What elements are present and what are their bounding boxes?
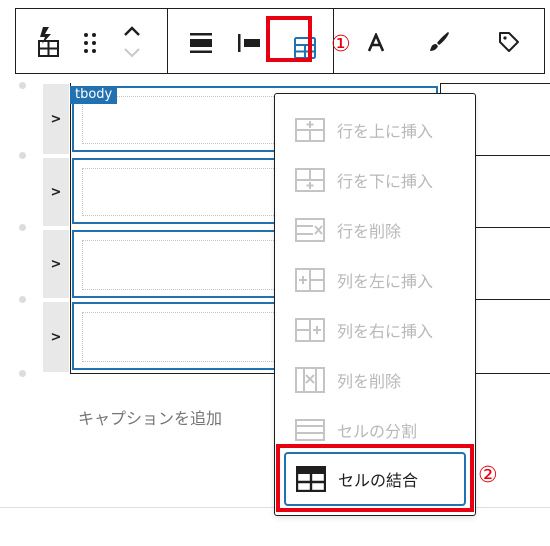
menu-item-label: 行を削除 bbox=[337, 222, 402, 241]
menu-item-label: 行を下に挿入 bbox=[337, 172, 434, 191]
row-expand-button[interactable]: > bbox=[43, 230, 69, 298]
menu-item-label: 列を左に挿入 bbox=[337, 272, 434, 291]
delete-column-icon bbox=[295, 367, 325, 393]
menu-item-insert-column-right[interactable]: 列を右に挿入 bbox=[295, 311, 465, 349]
tag-icon[interactable] bbox=[494, 27, 524, 57]
row-expand-button[interactable]: > bbox=[43, 84, 69, 154]
toolbar-separator bbox=[167, 9, 168, 73]
menu-item-delete-column[interactable]: 列を削除 bbox=[295, 361, 465, 399]
move-down-icon[interactable] bbox=[120, 43, 144, 61]
move-up-icon[interactable] bbox=[120, 22, 144, 40]
chevron-right-icon: > bbox=[50, 111, 62, 127]
align-wide-icon[interactable] bbox=[186, 29, 216, 57]
drag-dot bbox=[19, 370, 26, 377]
table-left-border bbox=[70, 83, 71, 373]
table-row-line bbox=[440, 83, 550, 84]
menu-item-merge-cells[interactable]: セルの結合 bbox=[284, 452, 466, 506]
chevron-right-icon: > bbox=[50, 329, 62, 345]
drag-dot bbox=[19, 224, 26, 231]
insert-column-right-icon bbox=[295, 317, 325, 343]
caption-placeholder[interactable]: キャプションを追加 bbox=[78, 405, 222, 429]
drag-handle-icon[interactable] bbox=[80, 29, 100, 57]
row-expand-button[interactable]: > bbox=[43, 158, 69, 226]
menu-item-insert-row-above[interactable]: 行を上に挿入 bbox=[295, 111, 465, 149]
menu-item-delete-row[interactable]: 行を削除 bbox=[295, 211, 465, 249]
row-expand-button[interactable]: > bbox=[43, 302, 69, 372]
merge-cells-icon bbox=[296, 466, 326, 492]
drag-dot bbox=[19, 152, 26, 159]
align-left-icon[interactable] bbox=[234, 29, 264, 57]
annotation-2: ② bbox=[478, 463, 498, 488]
drag-dot bbox=[19, 82, 26, 89]
insert-column-left-icon bbox=[295, 267, 325, 293]
transform-table-icon[interactable] bbox=[34, 25, 64, 59]
annotation-1: ① bbox=[331, 32, 351, 57]
menu-item-label: セルの分割 bbox=[337, 422, 418, 441]
typography-icon[interactable] bbox=[361, 29, 391, 57]
menu-item-insert-row-below[interactable]: 行を下に挿入 bbox=[295, 161, 465, 199]
split-cell-icon bbox=[295, 417, 325, 443]
menu-item-label: 行を上に挿入 bbox=[337, 122, 434, 141]
insert-row-below-icon bbox=[295, 167, 325, 193]
menu-item-label: 列を削除 bbox=[337, 372, 402, 391]
chevron-right-icon: > bbox=[50, 184, 62, 200]
drag-dot bbox=[19, 296, 26, 303]
edit-table-highlight bbox=[266, 16, 312, 62]
menu-item-label: 列を右に挿入 bbox=[337, 322, 434, 341]
delete-row-icon bbox=[295, 217, 325, 243]
chevron-right-icon: > bbox=[50, 256, 62, 272]
brush-icon[interactable] bbox=[424, 27, 454, 57]
tbody-tag: tbody bbox=[70, 86, 118, 104]
merge-cells-row[interactable]: セルの結合 bbox=[296, 460, 466, 498]
insert-row-above-icon bbox=[295, 117, 325, 143]
menu-item-label: セルの結合 bbox=[338, 471, 419, 490]
menu-item-insert-column-left[interactable]: 列を左に挿入 bbox=[295, 261, 465, 299]
